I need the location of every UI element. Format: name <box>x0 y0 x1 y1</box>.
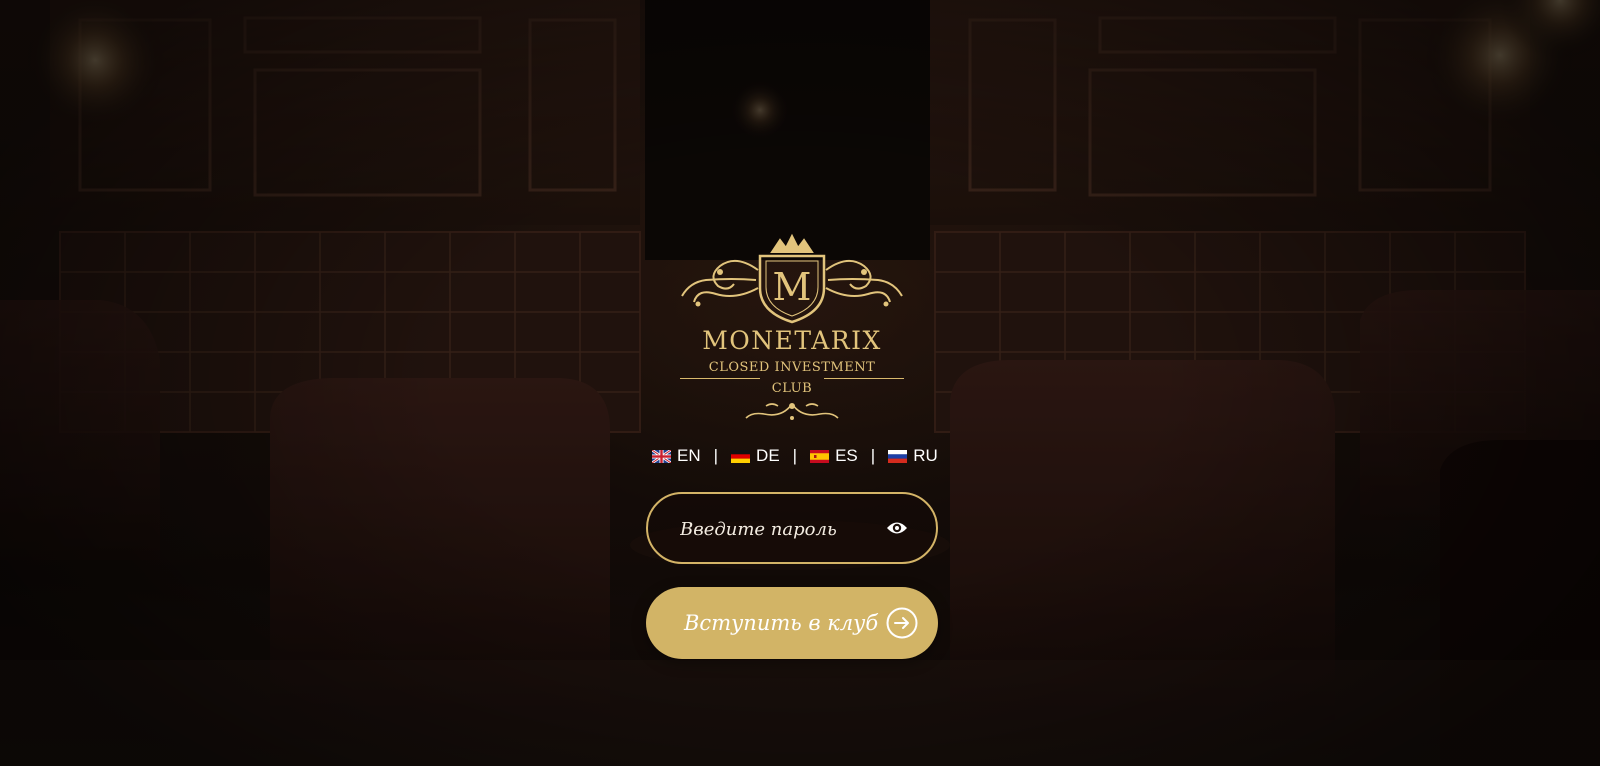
russia-flag-icon <box>888 449 908 463</box>
brand-tagline-line2: CLUB <box>771 381 813 396</box>
login-page: M MONETARIX CLOSED INVESTMENT CLUB EN | … <box>0 0 1600 766</box>
password-field <box>646 492 938 564</box>
language-separator: | <box>870 446 876 465</box>
password-input[interactable] <box>678 494 882 564</box>
brand-name: MONETARIX <box>702 326 882 355</box>
brand-tagline-line1: CLOSED INVESTMENT <box>708 360 876 375</box>
language-label-en: EN <box>677 446 701 465</box>
logo-monogram: M <box>773 265 812 309</box>
language-option-de[interactable]: DE <box>731 446 780 466</box>
germany-flag-icon <box>731 449 751 463</box>
language-option-ru[interactable]: RU <box>888 446 938 466</box>
eye-icon[interactable] <box>886 518 908 538</box>
monetarix-logo: M MONETARIX CLOSED INVESTMENT CLUB <box>676 230 908 430</box>
spain-flag-icon <box>810 449 830 463</box>
language-option-es[interactable]: ES <box>810 446 858 466</box>
arrow-right-circle-icon <box>886 607 918 639</box>
join-club-button-label: Вступить в клуб <box>684 611 879 635</box>
language-option-en[interactable]: EN <box>652 446 701 466</box>
flourish-ornament-icon <box>745 403 839 420</box>
language-label-ru: RU <box>913 446 938 465</box>
tagline-rule-right <box>824 378 904 379</box>
crest-shield-logo-icon: M <box>681 233 903 324</box>
join-club-button[interactable]: Вступить в клуб <box>646 587 938 659</box>
language-separator: | <box>792 446 798 465</box>
tagline-rule-left <box>680 378 760 379</box>
language-separator: | <box>713 446 719 465</box>
language-switcher: EN | DE | ES | RU <box>652 445 952 467</box>
language-label-de: DE <box>756 446 780 465</box>
language-label-es: ES <box>835 446 858 465</box>
uk-flag-icon <box>652 449 671 463</box>
